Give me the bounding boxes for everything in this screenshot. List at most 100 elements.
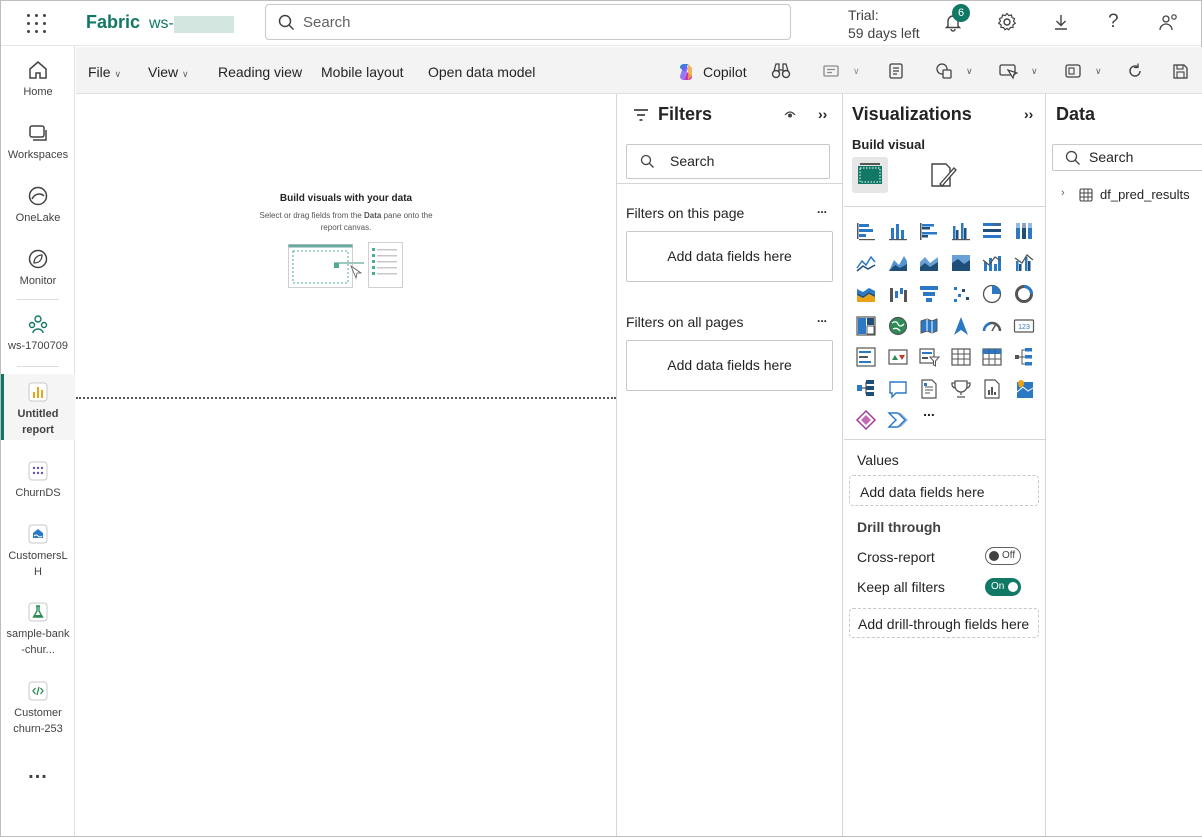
slicer-icon[interactable] [918,346,940,368]
stacked-column-chart-icon[interactable] [887,220,909,242]
nav-workspace-item[interactable]: ws-1700709 [1,312,75,354]
trial-status[interactable]: Trial: 59 days left [848,6,920,42]
chevron-down-icon[interactable]: ∨ [1031,66,1038,77]
text-box-icon[interactable] [822,62,840,80]
gauge-icon[interactable] [981,315,1003,337]
power-automate-icon[interactable] [886,409,909,431]
nav-untitled-report[interactable]: Untitled report [1,374,75,440]
stacked-area-chart-icon[interactable] [918,252,940,274]
view-menu[interactable]: View ∨ [148,64,189,80]
donut-chart-icon[interactable] [1013,283,1035,305]
keep-all-filters-toggle[interactable]: On [985,578,1021,596]
line-and-clustered-column-icon[interactable] [1013,252,1035,274]
data-table-item[interactable]: › df_pred_results [1061,186,1201,206]
azure-maps-icon[interactable] [1013,378,1035,400]
nav-customer-churn[interactable]: Customer churn-253 [1,679,75,737]
decomposition-tree-icon[interactable] [1013,346,1035,368]
metrics-icon[interactable] [950,378,972,400]
open-data-model-button[interactable]: Open data model [428,64,535,80]
report-canvas[interactable]: Build visuals with your data Select or d… [76,94,616,836]
copilot-button[interactable]: Copilot [676,62,756,82]
nav-workspaces[interactable]: Workspaces [1,121,75,163]
funnel-chart-icon[interactable] [918,283,940,305]
waterfall-chart-icon[interactable] [887,283,909,305]
stacked-bar-chart-icon[interactable] [855,220,877,242]
help-icon[interactable]: ? [1108,11,1119,33]
scatter-chart-icon[interactable] [950,283,972,305]
brand-label[interactable]: Fabric [86,12,140,33]
chevron-down-icon[interactable]: ∨ [1095,66,1102,77]
visual-container-icon[interactable] [1064,62,1082,80]
format-visual-icon[interactable] [928,160,958,190]
shapes-icon[interactable] [935,62,953,80]
nav-sample-notebook[interactable]: sample-bank-chur... [1,600,75,658]
chevron-down-icon[interactable]: ∨ [853,66,860,77]
mobile-layout-button[interactable]: Mobile layout [321,64,404,80]
nav-divider [17,366,59,367]
collapse-filters-icon[interactable]: ›› [818,106,827,122]
clustered-column-chart-icon[interactable] [950,220,972,242]
more-visuals-icon[interactable]: ... [918,403,940,425]
view-menu-label: View [148,64,179,80]
notification-badge: 6 [952,4,970,22]
download-icon[interactable] [1051,12,1071,32]
nav-customerslh[interactable]: CustomersLH [1,522,75,580]
multi-row-card-icon[interactable] [855,346,877,368]
nav-churnds[interactable]: ChurnDS [1,459,75,501]
toggle-knob [1008,582,1018,592]
area-chart-icon[interactable] [887,252,909,274]
treemap-icon[interactable] [855,315,877,337]
collapse-visualizations-icon[interactable]: ›› [1024,106,1033,122]
drill-through-dropzone[interactable]: Add drill-through fields here [849,608,1039,638]
filters-on-page-more-button[interactable]: ... [817,202,827,216]
refresh-icon[interactable] [1126,62,1144,80]
line-chart-icon[interactable] [855,252,877,274]
chevron-down-icon[interactable]: ∨ [966,66,973,77]
nav-onelake[interactable]: OneLake [1,184,75,226]
chevron-right-icon[interactable]: › [1061,187,1065,199]
pie-chart-icon[interactable] [981,283,1003,305]
100-stacked-column-chart-icon[interactable] [1013,220,1035,242]
nav-monitor[interactable]: Monitor [1,247,75,289]
buttons-icon[interactable] [998,62,1018,80]
map-icon[interactable] [887,315,909,337]
smart-narrative-icon[interactable] [918,378,940,400]
clustered-bar-chart-icon[interactable] [918,220,940,242]
qna-icon[interactable] [887,378,909,400]
share-people-icon[interactable] [1158,12,1180,32]
azure-map-icon[interactable] [950,315,972,337]
nav-workspace-item-label: ws-1700709 [8,340,68,352]
ribbon-chart-icon[interactable] [855,283,877,305]
kpi-icon[interactable] [887,346,909,368]
cross-report-toggle[interactable]: Off [985,547,1021,565]
paginated-visual-icon[interactable] [981,378,1003,400]
100-stacked-area-chart-icon[interactable] [950,252,972,274]
save-icon[interactable] [1171,62,1189,80]
filled-map-icon[interactable] [918,315,940,337]
nav-home[interactable]: Home [1,58,75,100]
file-menu[interactable]: File ∨ [88,64,121,80]
key-influencers-icon[interactable] [855,378,877,400]
100-stacked-bar-chart-icon[interactable] [981,220,1003,242]
line-and-stacked-column-icon[interactable] [981,252,1003,274]
gear-icon[interactable] [997,12,1017,32]
nav-more-button[interactable]: ... [1,762,75,782]
filters-search-input[interactable]: Search [626,144,830,179]
matrix-icon[interactable] [981,346,1003,368]
filters-on-page-dropzone[interactable]: Add data fields here [626,231,833,282]
eye-icon[interactable] [784,110,796,120]
binoculars-icon[interactable] [771,62,791,80]
reading-view-button[interactable]: Reading view [218,64,302,80]
values-dropzone[interactable]: Add data fields here [849,475,1039,506]
table-visual-icon[interactable] [950,346,972,368]
paginated-report-icon[interactable] [887,62,905,80]
global-search-input[interactable]: Search [265,4,791,40]
app-launcher-icon[interactable] [27,14,47,34]
filters-all-pages-dropzone[interactable]: Add data fields here [626,340,833,391]
power-apps-icon[interactable] [855,409,877,431]
filters-all-pages-more-button[interactable]: ... [817,311,827,325]
build-visual-tab[interactable] [852,157,888,193]
card-icon[interactable]: 123 [1013,315,1035,337]
workspace-label[interactable]: ws- [149,15,174,33]
data-search-input[interactable]: Search [1052,144,1202,171]
